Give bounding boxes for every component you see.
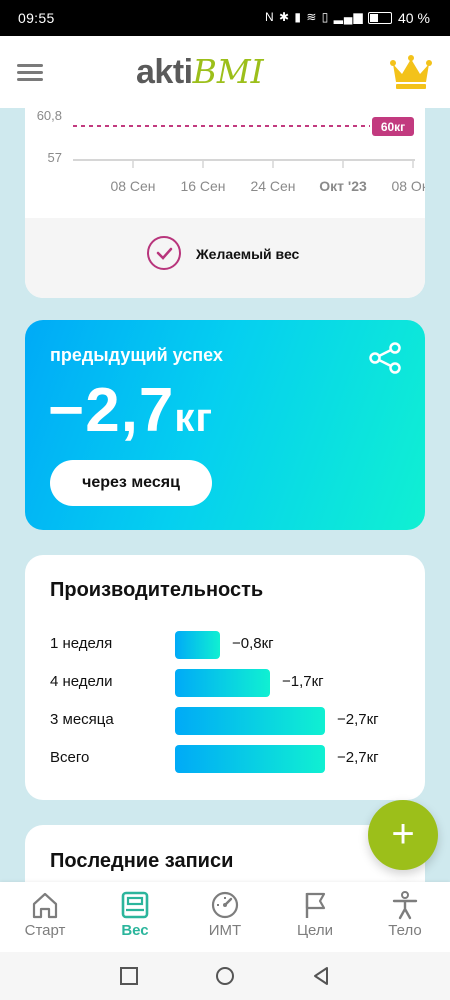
x-tick-label: 16 Сен <box>180 178 225 194</box>
battery-icon <box>368 12 392 24</box>
crown-icon[interactable] <box>390 54 432 92</box>
target-badge-label: 60кг <box>381 120 405 134</box>
performance-row: 1 неделя −0,8кг <box>50 631 410 659</box>
x-tick-label: 08 Сен <box>110 178 155 194</box>
target-badge: 60кг <box>372 117 414 136</box>
performance-bar <box>175 745 325 773</box>
plus-icon: + <box>391 812 415 856</box>
performance-card: Производительность 1 неделя −0,8кг 4 нед… <box>25 555 425 800</box>
menu-icon[interactable] <box>17 64 43 82</box>
status-time: 09:55 <box>18 10 55 26</box>
nav-item-goals[interactable]: Цели <box>275 890 355 950</box>
performance-row-label: Всего <box>50 749 90 766</box>
performance-bar <box>175 669 270 697</box>
nav-label: Цели <box>296 922 334 939</box>
status-icons: N ✱ ▮ ≋ ▯ ▂▄▆ <box>265 10 364 24</box>
period-button[interactable]: через месяц <box>50 460 212 506</box>
bottom-nav: Старт Вес ИМТ Цели Тело <box>0 882 450 952</box>
system-nav-bar <box>0 952 450 1000</box>
nav-label: Старт <box>24 922 66 939</box>
y-tick-label: 60,8 <box>37 108 62 123</box>
performance-row-value: −1,7кг <box>282 673 324 690</box>
nav-item-body[interactable]: Тело <box>365 890 445 950</box>
performance-title: Производительность <box>50 579 264 601</box>
performance-row: 3 месяца −2,7кг <box>50 707 410 735</box>
x-tick-label: Окт '23 <box>319 178 367 194</box>
x-tick-label: 24 Сен <box>250 178 295 194</box>
home-button-icon[interactable] <box>214 965 236 987</box>
performance-row-label: 1 неделя <box>50 635 113 652</box>
status-bar: 09:55 N ✱ ▮ ≋ ▯ ▂▄▆ 40 % <box>0 0 450 36</box>
recent-apps-icon[interactable] <box>118 965 140 987</box>
logo-text-bmi: BMI <box>192 52 264 91</box>
nav-item-bmi[interactable]: ИМТ <box>185 890 265 950</box>
success-value: −2,7кг <box>48 375 213 446</box>
scale-icon <box>121 891 149 919</box>
performance-row: 4 недели −1,7кг <box>50 669 410 697</box>
nav-label: Вес <box>121 922 149 939</box>
performance-bar <box>175 631 220 659</box>
body-icon <box>392 891 418 920</box>
flag-icon <box>305 892 326 918</box>
nav-item-start[interactable]: Старт <box>5 890 85 950</box>
performance-row-value: −2,7кг <box>337 749 379 766</box>
x-tick-label: 08 Окт <box>391 178 425 194</box>
back-icon[interactable] <box>310 965 332 987</box>
performance-row-value: −2,7кг <box>337 711 379 728</box>
recent-records-title: Последние записи <box>50 850 234 872</box>
add-entry-button[interactable]: + <box>368 800 438 870</box>
chart-legend: Желаемый вес <box>25 218 425 298</box>
previous-success-card: предыдущий успех −2,7кг через месяц <box>25 320 425 530</box>
success-number: −2,7 <box>48 376 175 445</box>
app-logo: aktiBMI <box>136 50 264 94</box>
performance-row-label: 3 месяца <box>50 711 114 728</box>
legend-label: Желаемый вес <box>196 246 300 262</box>
logo-text-akti: akti <box>136 53 193 91</box>
performance-bar <box>175 707 325 735</box>
nav-item-weight[interactable]: Вес <box>95 890 175 950</box>
performance-row: Всего −2,7кг <box>50 745 410 773</box>
y-tick-label: 57 <box>48 150 62 165</box>
check-circle-icon[interactable] <box>147 236 181 270</box>
weight-chart: 60,8 57 60кг 08 Сен 16 Сен 24 Сен Окт '23 08… <box>37 108 425 194</box>
success-unit: кг <box>174 396 214 440</box>
nav-label: ИМТ <box>208 922 242 939</box>
share-icon[interactable] <box>367 340 403 376</box>
battery-percent: 40 % <box>398 10 430 26</box>
gauge-icon <box>211 891 239 919</box>
performance-row-value: −0,8кг <box>232 635 274 652</box>
performance-row-label: 4 недели <box>50 673 113 690</box>
success-title: предыдущий успех <box>50 345 223 365</box>
home-icon <box>32 892 58 919</box>
weight-chart-card: 60,8 57 60кг 08 Сен 16 Сен 24 Сен Окт '23 08… <box>25 90 425 298</box>
nav-label: Тело <box>388 922 422 939</box>
